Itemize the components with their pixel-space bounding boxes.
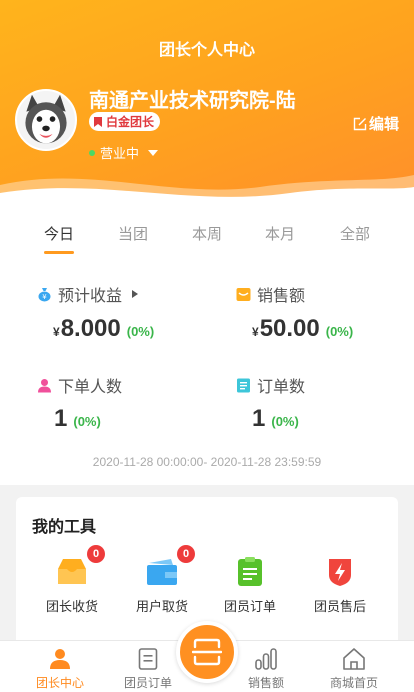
level-badge: 白金团长 xyxy=(89,112,161,131)
stats-panel: 今日 当团 本周 本月 全部 ¥ 预计收益 ¥ 8.000 (0%) 销售额 ¥… xyxy=(0,205,414,485)
buyers-count: 1 xyxy=(54,405,68,432)
tools-title: 我的工具 xyxy=(32,519,97,536)
sales-percent: (0%) xyxy=(325,324,354,339)
nav-label: 团长中心 xyxy=(35,676,84,690)
wallet-icon xyxy=(147,559,177,585)
sales-amount: 50.00 xyxy=(259,315,320,342)
metric-sales: 销售额 xyxy=(236,282,305,306)
sales-currency: ¥ xyxy=(252,325,259,339)
tool-member-orders[interactable]: 团员订单 xyxy=(210,557,290,615)
orders-count: 1 xyxy=(252,405,266,432)
tab-all[interactable]: 全部 xyxy=(325,223,385,244)
tab-month[interactable]: 本月 xyxy=(250,223,310,244)
notification-badge: 0 xyxy=(177,545,195,563)
scan-icon xyxy=(192,638,222,666)
badge-label: 白金团长 xyxy=(106,115,155,129)
status-dot xyxy=(89,149,95,156)
income-value: ¥ 8.000 (0%) xyxy=(53,315,154,343)
edit-label: 编辑 xyxy=(368,116,399,133)
sales-box-icon xyxy=(236,287,251,301)
tool-label: 团员订单 xyxy=(223,599,276,614)
sales-label: 销售额 xyxy=(257,288,306,305)
document-icon xyxy=(138,648,158,670)
nav-mall-home[interactable]: 商城首页 xyxy=(313,647,395,691)
svg-text:¥: ¥ xyxy=(42,293,47,301)
sales-value: ¥ 50.00 (0%) xyxy=(252,315,353,343)
clipboard-icon xyxy=(238,557,262,586)
tab-today[interactable]: 今日 xyxy=(29,223,89,244)
nav-label: 商城首页 xyxy=(329,676,378,690)
orders-value: 1 (0%) xyxy=(252,405,299,433)
chevron-down-icon xyxy=(148,149,159,156)
edit-icon xyxy=(353,117,367,130)
page-title: 团长个人中心 xyxy=(158,42,255,59)
status-label: 营业中 xyxy=(100,146,140,161)
profile-header: 团长个人中心 南通产业技术研究院-陆 白金团长 营业中 编辑 xyxy=(0,0,414,205)
active-tab-indicator xyxy=(44,251,74,254)
caret-right-icon xyxy=(132,290,139,298)
avatar[interactable] xyxy=(15,89,77,151)
buyers-percent: (0%) xyxy=(73,414,101,429)
income-label: 预计收益 xyxy=(58,288,123,305)
edit-button[interactable]: 编辑 xyxy=(353,113,399,134)
tab-current-group[interactable]: 当团 xyxy=(103,223,163,244)
orders-label: 订单数 xyxy=(257,379,306,396)
header-wave xyxy=(0,175,414,205)
metric-buyers: 下单人数 xyxy=(37,373,122,397)
status-selector[interactable]: 营业中 xyxy=(89,143,159,162)
person-icon xyxy=(50,649,70,669)
bar-chart-icon xyxy=(255,648,277,670)
nav-leader-center[interactable]: 团长中心 xyxy=(19,647,101,691)
tool-label: 团员售后 xyxy=(313,599,366,614)
person-pink-icon xyxy=(38,378,51,392)
inbox-icon xyxy=(58,559,86,584)
tool-member-aftersale[interactable]: 团员售后 xyxy=(300,557,380,615)
buyers-label: 下单人数 xyxy=(58,379,123,396)
money-bag-icon: ¥ xyxy=(38,287,51,301)
period-tabs: 今日 当团 本周 本月 全部 xyxy=(0,223,414,263)
metric-income[interactable]: ¥ 预计收益 xyxy=(37,282,139,306)
date-range: 2020-11-28 00:00:00- 2020-11-28 23:59:59 xyxy=(92,455,322,469)
income-amount: 8.000 xyxy=(60,315,121,342)
buyers-value: 1 (0%) xyxy=(54,405,101,433)
husky-avatar-icon xyxy=(17,91,75,149)
nav-label: 团员订单 xyxy=(123,676,172,690)
tool-user-pickup[interactable]: 0 用户取货 xyxy=(122,545,202,615)
leader-name: 南通产业技术研究院-陆 xyxy=(89,90,296,112)
ribbon-icon xyxy=(94,116,102,127)
orders-percent: (0%) xyxy=(271,414,299,429)
tool-leader-receive[interactable]: 0 团长收货 xyxy=(32,545,112,615)
tab-week[interactable]: 本周 xyxy=(177,223,237,244)
nav-label: 销售额 xyxy=(247,676,284,690)
notification-badge: 0 xyxy=(87,545,105,563)
home-icon xyxy=(343,648,365,670)
income-currency: ¥ xyxy=(53,325,60,339)
metric-orders: 订单数 xyxy=(236,373,305,397)
shield-bolt-icon xyxy=(329,559,351,586)
tool-label: 团长收货 xyxy=(45,599,98,614)
tool-label: 用户取货 xyxy=(135,599,188,614)
order-list-icon xyxy=(237,378,250,392)
income-percent: (0%) xyxy=(126,324,155,339)
scan-button[interactable] xyxy=(176,621,238,683)
